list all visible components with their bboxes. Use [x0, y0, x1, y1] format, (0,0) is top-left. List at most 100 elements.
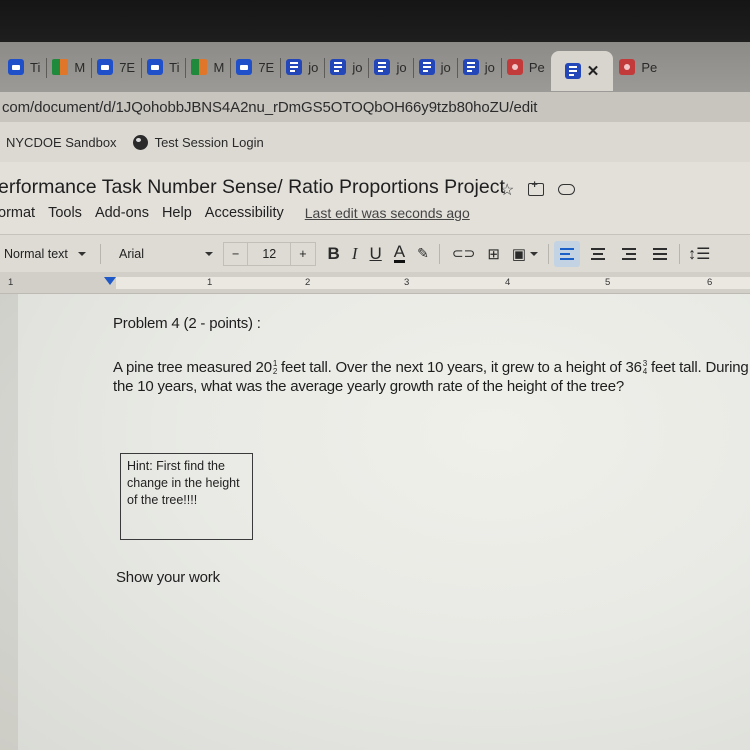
bookmark-label: Test Session Login — [154, 134, 264, 150]
chevron-down-icon[interactable] — [530, 251, 539, 256]
browser-tab[interactable]: M — [185, 51, 230, 83]
star-icon[interactable]: ☆ — [500, 180, 514, 200]
divider — [679, 243, 681, 264]
browser-tab-strip: Ti M 7E Ti M 7E jo jo jo jo jo Pe ✕ Pe — [0, 42, 750, 92]
link-icon[interactable]: ⊂⊃ — [452, 245, 475, 262]
browser-tab[interactable]: Pe — [613, 51, 663, 83]
docs-favicon-icon — [462, 59, 479, 75]
problem-title: Problem 4 (2 - points) : — [113, 315, 261, 332]
ruler-number: 1 — [8, 277, 14, 288]
globe-icon — [132, 134, 148, 150]
font-dropdown[interactable]: Arial — [101, 247, 213, 261]
tab-label: 7E — [119, 59, 136, 75]
docs-favicon-icon — [286, 59, 303, 75]
ruler-number: 2 — [305, 277, 311, 288]
ruler-number: 6 — [707, 277, 713, 288]
insert-image-icon[interactable]: ▣ — [512, 245, 526, 263]
docs-favicon-icon — [564, 63, 581, 79]
problem-text: feet tall. Over the next 10 years, it gr… — [277, 359, 642, 376]
paragraph-style-value: Normal text — [4, 246, 68, 261]
zoom-favicon-icon — [97, 59, 114, 75]
italic-button[interactable]: I — [352, 244, 358, 264]
menu-help[interactable]: Help — [162, 205, 192, 221]
paragraph-style-dropdown[interactable]: Normal text — [0, 247, 100, 261]
add-comment-icon[interactable]: ⊞ — [487, 245, 500, 263]
browser-tab[interactable]: jo — [456, 51, 501, 83]
menu-bar: ormat Tools Add-ons Help Accessibility L… — [0, 205, 470, 221]
divider — [548, 243, 550, 264]
tab-label: 7E — [258, 59, 275, 75]
browser-tab[interactable]: jo — [280, 51, 324, 83]
ruler-number: 5 — [605, 277, 611, 288]
browser-tab[interactable]: jo — [368, 51, 412, 83]
browser-tab[interactable]: Ti — [141, 51, 185, 83]
move-to-folder-icon[interactable] — [528, 179, 545, 196]
highlight-pen-icon[interactable]: ✎ — [417, 245, 429, 262]
document-title[interactable]: erformance Task Number Sense/ Ratio Prop… — [0, 176, 505, 199]
ruler-number: 1 — [207, 277, 213, 288]
close-tab-icon[interactable]: ✕ — [587, 62, 600, 80]
tab-label: jo — [440, 59, 451, 75]
browser-tab[interactable]: jo — [412, 51, 457, 83]
zoom-favicon-icon — [147, 59, 164, 75]
url-text[interactable]: com/document/d/1JQohobbJBNS4A2nu_rDmGS5O… — [0, 99, 537, 116]
browser-tab[interactable]: M — [46, 51, 91, 83]
tab-label: Pe — [641, 59, 658, 75]
chevron-down-icon — [205, 251, 213, 256]
tab-label: Ti — [169, 59, 180, 75]
docs-favicon-icon — [374, 59, 391, 75]
menu-add-ons[interactable]: Add-ons — [95, 205, 149, 221]
cloud-status-icon[interactable] — [558, 184, 576, 195]
tab-label: M — [213, 59, 225, 75]
tab-label: jo — [484, 59, 495, 75]
problem-statement: A pine tree measured 20 1 2 feet tall. Ove… — [113, 358, 750, 396]
problem-text: A pine tree measured 20 — [113, 359, 272, 376]
show-work-label: Show your work — [116, 569, 220, 586]
font-size-control: − 12 + — [223, 241, 316, 266]
bookmark-test-session-login[interactable]: Test Session Login — [132, 134, 264, 150]
bookmark-label: NYCDOE Sandbox — [6, 134, 117, 150]
bold-button[interactable]: B — [328, 244, 340, 264]
address-bar[interactable]: com/document/d/1JQohobbJBNS4A2nu_rDmGS5O… — [0, 92, 750, 122]
font-size-increase-button[interactable]: + — [291, 243, 314, 265]
line-spacing-icon[interactable]: ↕☰ — [688, 244, 710, 264]
font-size-decrease-button[interactable]: − — [224, 243, 247, 265]
font-value: Arial — [119, 246, 145, 261]
tab-label: M — [74, 59, 86, 75]
slides-favicon-icon — [506, 59, 523, 75]
slides-favicon-icon — [619, 59, 636, 75]
browser-tab[interactable]: Ti — [2, 51, 46, 83]
align-right-button[interactable] — [616, 241, 642, 267]
browser-tab[interactable]: Pe — [500, 51, 551, 83]
formatting-toolbar: Normal text Arial − 12 + B I U A ✎ ⊂⊃ ⊞ … — [0, 234, 750, 272]
ruler-number: 3 — [404, 277, 410, 288]
menu-accessibility[interactable]: Accessibility — [205, 205, 284, 221]
docs-favicon-icon — [418, 59, 435, 75]
menu-tools[interactable]: Tools — [48, 205, 82, 221]
justify-button[interactable] — [647, 241, 673, 267]
bookmark-nycdoe-sandbox[interactable]: NYCDOE Sandbox — [6, 135, 117, 150]
align-left-button[interactable] — [554, 240, 581, 267]
ruler-number: 4 — [505, 277, 511, 288]
align-center-button[interactable] — [585, 241, 611, 267]
underline-button[interactable]: U — [369, 244, 381, 264]
font-size-input[interactable]: 12 — [247, 242, 292, 265]
zoom-favicon-icon — [236, 59, 253, 75]
indent-marker-icon[interactable] — [104, 277, 116, 285]
browser-tab[interactable]: 7E — [230, 51, 280, 83]
text-color-button[interactable]: A — [393, 243, 406, 263]
divider — [438, 243, 440, 264]
menu-format[interactable]: ormat — [0, 205, 35, 221]
browser-tab[interactable]: ✕ — [550, 51, 614, 91]
browser-tab[interactable]: jo — [324, 51, 368, 83]
tab-label: Pe — [528, 59, 545, 75]
zoom-favicon-icon — [8, 59, 24, 75]
document-page[interactable]: Problem 4 (2 - points) : A pine tree mea… — [18, 294, 750, 750]
last-edit-link[interactable]: Last edit was seconds ago — [305, 205, 470, 221]
tab-label: Ti — [30, 59, 41, 75]
document-canvas: Problem 4 (2 - points) : A pine tree mea… — [0, 294, 750, 750]
bookmarks-bar: NYCDOE Sandbox Test Session Login — [0, 122, 750, 162]
tab-label: jo — [396, 59, 407, 75]
docs-header: erformance Task Number Sense/ Ratio Prop… — [0, 162, 750, 234]
browser-tab[interactable]: 7E — [91, 51, 141, 83]
